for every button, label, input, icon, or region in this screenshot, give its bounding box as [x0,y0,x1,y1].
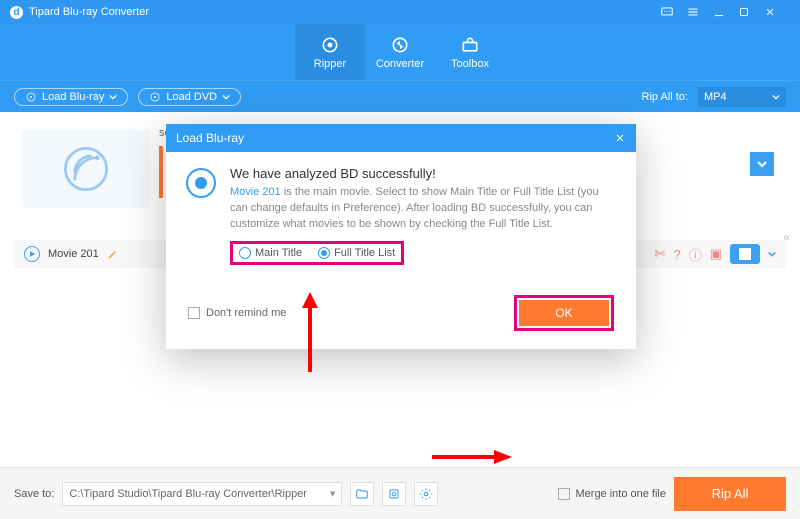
load-dvd-button[interactable]: Load DVD [138,88,241,106]
disc-icon [25,91,37,103]
close-icon [614,132,626,144]
chevron-down-icon [222,93,230,101]
radio-icon [239,247,251,259]
ok-highlight: OK [514,295,614,331]
rip-all-button[interactable]: Rip All [674,477,786,511]
load-dvd-label: Load DVD [166,91,217,103]
folder-icon [355,487,369,501]
main-area: scenery « Movie 201 ✄ ? ⓘ ▣ Load Blu-ray [0,112,800,467]
nav-ripper[interactable]: Ripper [295,24,365,80]
nav-label: Toolbox [451,58,489,70]
merge-label: Merge into one file [576,488,667,500]
app-title: Tipard Blu-ray Converter [29,6,660,18]
close-button[interactable] [764,6,790,18]
full-title-label: Full Title List [334,247,395,259]
open-folder-button[interactable] [350,482,374,506]
save-to-label: Save to: [14,488,54,500]
nav-converter[interactable]: Converter [365,24,435,80]
toolbox-icon [460,35,480,55]
title-mode-options: Main Title Full Title List [230,241,404,265]
minimize-button[interactable] [712,5,738,19]
dialog-title: Load Blu-ray [176,131,244,145]
merge-checkbox[interactable]: Merge into one file [558,488,667,500]
radio-icon [318,247,330,259]
nav-label: Converter [376,58,424,70]
rip-all-format-value: MP4 [704,91,727,103]
modal-overlay: Load Blu-ray We have analyzed BD success… [0,112,800,467]
rip-all-format-select[interactable]: MP4 [698,87,786,107]
toolbar: Load Blu-ray Load DVD Rip All to: MP4 [0,80,800,112]
ripper-icon [320,35,340,55]
nav-label: Ripper [314,58,346,70]
main-title-option[interactable]: Main Title [239,247,302,259]
load-bluray-label: Load Blu-ray [42,91,104,103]
menu-icon[interactable] [686,5,712,19]
feedback-icon[interactable] [660,5,686,19]
app-logo: d [10,6,23,19]
settings-shortcut-button[interactable] [382,482,406,506]
dont-remind-checkbox[interactable]: Don't remind me [188,307,286,319]
dialog-header: Load Blu-ray [166,124,636,152]
checkbox-icon [558,488,570,500]
save-path-field[interactable]: C:\Tipard Studio\Tipard Blu-ray Converte… [62,482,342,506]
chip-icon [387,487,401,501]
ok-button[interactable]: OK [519,300,609,326]
dialog-description: Movie 201 is the main movie. Select to s… [230,185,614,233]
preferences-button[interactable] [414,482,438,506]
checkbox-icon [188,307,200,319]
nav-toolbox[interactable]: Toolbox [435,24,505,80]
converter-icon [390,35,410,55]
annotation-arrow-right [432,448,512,466]
gear-icon [419,487,433,501]
dialog-heading: We have analyzed BD successfully! [230,166,614,181]
rip-all-to-label: Rip All to: [642,91,688,103]
disc-icon [149,91,161,103]
full-title-list-option[interactable]: Full Title List [318,247,395,259]
load-bluray-dialog: Load Blu-ray We have analyzed BD success… [166,124,636,349]
chevron-down-icon [772,93,780,101]
dialog-movie-name: Movie 201 [230,186,281,198]
load-bluray-button[interactable]: Load Blu-ray [14,88,128,106]
main-title-label: Main Title [255,247,302,259]
dialog-close-button[interactable] [614,132,626,144]
save-path-value: C:\Tipard Studio\Tipard Blu-ray Converte… [69,488,329,500]
title-bar: d Tipard Blu-ray Converter [0,0,800,24]
main-nav: Ripper Converter Toolbox [0,24,800,80]
maximize-button[interactable] [738,6,764,18]
chevron-down-icon: ▾ [330,487,336,500]
dont-remind-label: Don't remind me [206,307,286,319]
chevron-down-icon [109,93,117,101]
success-indicator-icon [186,168,216,198]
dialog-desc-text: is the main movie. Select to show Main T… [230,186,599,230]
bottom-bar: Save to: C:\Tipard Studio\Tipard Blu-ray… [0,467,800,519]
